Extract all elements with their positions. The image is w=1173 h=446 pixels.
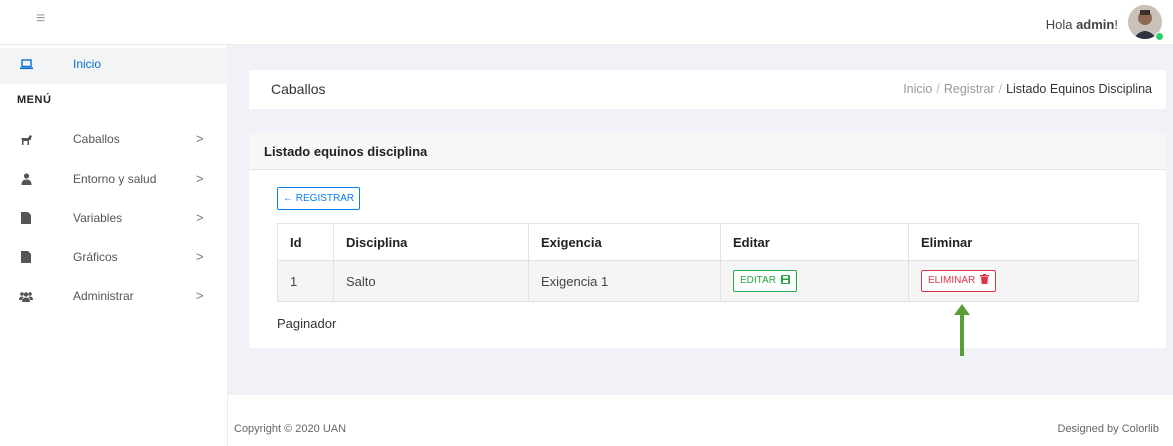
sidebar-item-label: Variables — [73, 211, 123, 225]
save-icon — [780, 275, 790, 284]
laptop-icon — [17, 46, 35, 82]
breadcrumb-current: Listado Equinos Disciplina — [1006, 82, 1152, 96]
registrar-button[interactable]: ← REGISTRAR — [277, 187, 361, 210]
footer: Copyright © 2020 UAN Designed by Colorli… — [228, 395, 1173, 446]
sidebar-item-administrar[interactable]: Administrar > — [0, 277, 228, 315]
trash-icon — [980, 274, 990, 284]
user-greeting: Hola admin! — [1046, 17, 1118, 32]
card-title: Listado equinos disciplina — [249, 133, 1166, 170]
horse-icon — [17, 120, 35, 158]
menu-toggle-icon[interactable]: ≡ — [36, 11, 50, 27]
cell-exigencia: Exigencia 1 — [528, 260, 721, 302]
cell-disciplina: Salto — [333, 260, 529, 302]
chevron-right-icon: > — [196, 249, 204, 264]
column-header-eliminar: Eliminar — [908, 223, 1139, 261]
breadcrumb-registrar[interactable]: Registrar — [944, 82, 995, 96]
chevron-right-icon: > — [196, 288, 204, 303]
sidebar-item-label: Inicio — [73, 57, 102, 71]
disciplinas-table: Id Disciplina Exigencia Editar Eliminar … — [277, 223, 1139, 302]
eliminar-button[interactable]: ELIMINAR — [921, 270, 997, 292]
table-row: 1 Salto Exigencia 1 EDITAR ELIMINAR — [277, 260, 1139, 302]
listado-card: Listado equinos disciplina ← REGISTRAR I… — [249, 133, 1166, 348]
page-header: Caballos Inicio / Registrar / Listado Equino… — [249, 70, 1166, 109]
eliminar-label: ELIMINAR — [928, 275, 976, 286]
sidebar-item-label: Administrar — [73, 289, 134, 303]
file-icon — [17, 238, 35, 276]
breadcrumb-separator: / — [998, 82, 1003, 96]
sidebar-item-entorno[interactable]: Entorno y salud > — [0, 160, 228, 198]
file-icon — [17, 199, 35, 237]
online-status-dot — [1155, 32, 1164, 41]
editar-label: EDITAR — [740, 275, 776, 286]
users-icon — [17, 277, 35, 315]
editar-button[interactable]: EDITAR — [733, 270, 797, 292]
table-header-row: Id Disciplina Exigencia Editar Eliminar — [277, 223, 1139, 261]
column-header-disciplina: Disciplina — [333, 223, 529, 261]
sidebar-item-label: Gráficos — [73, 250, 118, 264]
breadcrumb-inicio[interactable]: Inicio — [903, 82, 932, 96]
paginator[interactable]: Paginador — [277, 316, 336, 331]
sidebar-item-label: Caballos — [73, 132, 120, 146]
arrow-up-icon — [954, 304, 970, 356]
sidebar: Inicio MENÚ Caballos > Entorno y salud >… — [0, 45, 228, 446]
column-header-id: Id — [277, 223, 334, 261]
sidebar-item-inicio[interactable]: Inicio — [0, 48, 228, 84]
sidebar-item-variables[interactable]: Variables > — [0, 199, 228, 237]
column-header-exigencia: Exigencia — [528, 223, 721, 261]
chevron-right-icon: > — [196, 131, 204, 146]
user-icon — [17, 160, 35, 198]
breadcrumb: Inicio / Registrar / Listado Equinos Discipl… — [903, 70, 1152, 109]
greeting-prefix: Hola — [1045, 17, 1077, 32]
greeting-user: admin — [1076, 17, 1115, 32]
cell-editar: EDITAR — [720, 260, 909, 302]
top-bar: ≡ Hola admin! — [0, 0, 1173, 45]
page-title: Caballos — [271, 81, 326, 97]
greeting-suffix: ! — [1114, 17, 1118, 32]
menu-title: MENÚ — [17, 94, 52, 106]
copyright-text: Copyright © 2020 UAN — [234, 423, 347, 435]
sidebar-item-caballos[interactable]: Caballos > — [0, 120, 228, 158]
designed-by-text[interactable]: Designed by Colorlib — [1058, 395, 1160, 446]
chevron-right-icon: > — [196, 210, 204, 225]
breadcrumb-separator: / — [936, 82, 940, 96]
sidebar-item-graficos[interactable]: Gráficos > — [0, 238, 228, 276]
column-header-editar: Editar — [720, 223, 909, 261]
cell-id: 1 — [277, 260, 334, 302]
cell-eliminar: ELIMINAR — [908, 260, 1139, 302]
chevron-right-icon: > — [196, 171, 204, 186]
sidebar-item-label: Entorno y salud — [73, 172, 157, 186]
